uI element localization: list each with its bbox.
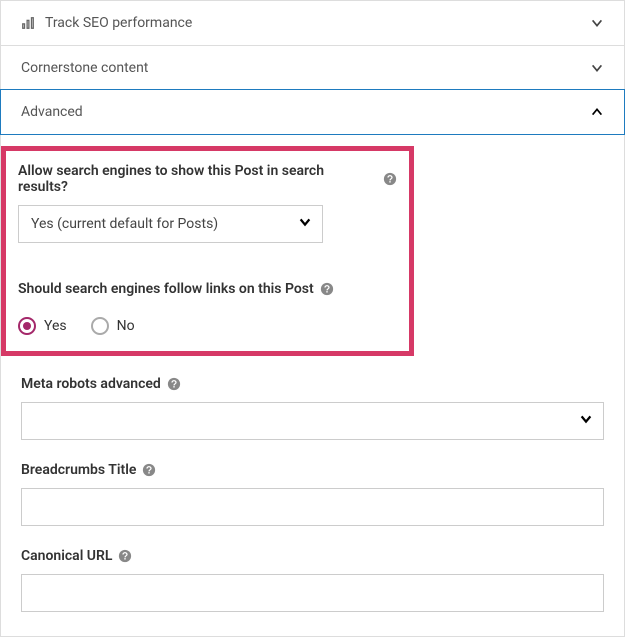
- chevron-down-icon: [579, 412, 593, 430]
- section-header-cornerstone[interactable]: Cornerstone content: [1, 45, 624, 90]
- section-title-advanced: Advanced: [21, 104, 83, 120]
- help-icon[interactable]: [118, 549, 132, 563]
- canonical-label: Canonical URL: [21, 548, 132, 564]
- canonical-label-text: Canonical URL: [21, 548, 112, 564]
- meta-robots-label: Meta robots advanced: [21, 376, 181, 392]
- highlighted-region: Allow search engines to show this Post i…: [1, 146, 414, 356]
- breadcrumbs-label-text: Breadcrumbs Title: [21, 462, 136, 478]
- allow-search-select[interactable]: Yes (current default for Posts): [18, 205, 323, 243]
- breadcrumbs-label: Breadcrumbs Title: [21, 462, 156, 478]
- meta-robots-select[interactable]: [21, 402, 604, 440]
- follow-links-radio-yes[interactable]: Yes: [18, 317, 67, 335]
- help-icon[interactable]: [167, 377, 181, 391]
- allow-search-label: Allow search engines to show this Post i…: [18, 163, 397, 195]
- chevron-down-icon: [590, 16, 604, 30]
- radio-label-no: No: [117, 318, 135, 334]
- chevron-up-icon: [590, 105, 604, 119]
- help-icon[interactable]: [383, 172, 397, 186]
- allow-search-select-value: Yes (current default for Posts): [31, 216, 218, 232]
- section-body-advanced: Allow search engines to show this Post i…: [1, 134, 624, 636]
- breadcrumbs-input[interactable]: [21, 488, 604, 526]
- follow-links-label: Should search engines follow links on th…: [18, 281, 334, 297]
- chevron-down-icon: [590, 61, 604, 75]
- follow-links-label-text: Should search engines follow links on th…: [18, 281, 314, 297]
- radio-indicator: [91, 317, 109, 335]
- help-icon[interactable]: [142, 463, 156, 477]
- canonical-input[interactable]: [21, 574, 604, 612]
- section-header-advanced[interactable]: Advanced: [0, 89, 625, 135]
- section-title-seo: Track SEO performance: [45, 15, 192, 31]
- allow-search-label-text: Allow search engines to show this Post i…: [18, 163, 377, 195]
- help-icon[interactable]: [320, 282, 334, 296]
- radio-label-yes: Yes: [44, 318, 67, 334]
- meta-robots-label-text: Meta robots advanced: [21, 376, 161, 392]
- section-header-seo[interactable]: Track SEO performance: [1, 0, 624, 45]
- section-title-cornerstone: Cornerstone content: [21, 60, 148, 76]
- radio-indicator: [18, 317, 36, 335]
- chevron-down-icon: [298, 215, 312, 233]
- follow-links-radio-no[interactable]: No: [91, 317, 135, 335]
- chart-icon: [21, 16, 35, 30]
